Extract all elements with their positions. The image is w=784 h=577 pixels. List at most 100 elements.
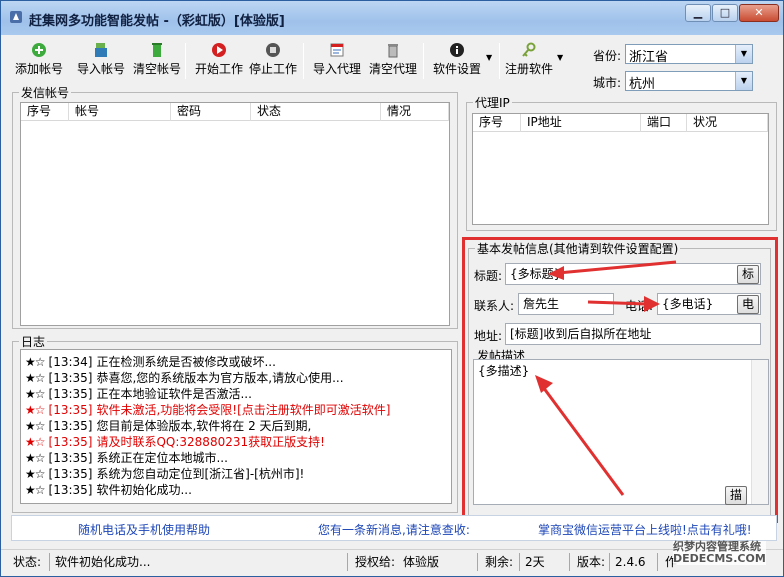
chevron-down-icon[interactable]: ▼ [735,45,752,63]
remain-label: 剩余: [485,555,514,569]
star-icon: ★☆ [25,451,45,465]
register-software-label: 注册软件 [504,62,553,76]
column-header[interactable]: 状况 [687,114,768,132]
log-time: [13:35] [48,483,93,497]
star-icon: ★☆ [25,387,45,401]
version-value: 2.4.6 [615,555,646,569]
log-time: [13:35] [48,467,93,481]
help-link[interactable]: 随机电话及手机使用帮助 [78,521,210,538]
watermark-line2: DEDECMS.COM [673,552,766,565]
log-text: 系统正在定位本地城市... [96,451,228,465]
status-divider [477,553,478,571]
column-header[interactable]: 情况 [381,103,449,121]
log-text: 请及时联系QQ:328880231获取正版支持! [96,435,325,449]
log-entry: ★☆ [13:35] 系统为您自动定位到[浙江省]-[杭州市]! [25,466,447,482]
status-text: 软件初始化成功... [55,555,151,569]
register-dropdown-arrow[interactable]: ▼ [557,53,563,62]
log-text: 软件初始化成功... [96,483,192,497]
star-icon: ★☆ [25,435,45,449]
log-group-title: 日志 [19,333,48,350]
province-value: 浙江省 [629,50,669,65]
proxy-icon [330,43,344,57]
log-entry: ★☆ [13:35] 您目前是体验版本,软件将在 2 天后到期, [25,418,447,434]
proxy-list[interactable]: 序号 IP地址 端口 状况 [472,113,769,225]
remain-value: 2天 [525,555,545,569]
stop-work-button[interactable]: 停止工作 [245,37,301,83]
log-text: 正在检测系统是否被修改或破坏... [96,355,276,369]
status-divider [569,553,570,571]
import-icon [95,43,107,57]
city-select[interactable]: 杭州 ▼ [625,71,753,92]
status-label: 状态: [13,555,42,569]
column-header[interactable]: IP地址 [521,114,641,132]
star-icon: ★☆ [25,467,45,481]
ad-link[interactable]: 掌商宝微信运营平台上线啦!点击有礼哦! [538,521,752,538]
log-time: [13:35] [48,403,93,417]
link-bar: 随机电话及手机使用帮助 您有一条新消息,请注意查收: 掌商宝微信运营平台上线啦!… [11,515,777,541]
register-software-button[interactable]: 注册软件 [501,37,557,83]
import-account-button[interactable]: 导入帐号 [73,37,129,83]
auth-label: 授权给: [355,555,396,569]
column-header[interactable]: 序号 [473,114,521,132]
clear-icon [152,43,162,57]
city-value: 杭州 [629,77,656,92]
log-time: [13:35] [48,419,93,433]
star-icon: ★☆ [25,371,45,385]
log-entry: ★☆ [13:35] 软件未激活,功能将会受限![点击注册软件即可激活软件] [25,402,447,418]
accounts-list[interactable]: 序号 帐号 密码 状态 情况 [20,102,450,326]
proxy-list-header: 序号 IP地址 端口 状况 [473,114,768,132]
import-proxy-label: 导入代理 [312,62,361,76]
import-proxy-button[interactable]: 导入代理 [309,37,365,83]
close-button[interactable]: ✕ [739,4,779,22]
main-window: 赶集网多功能智能发帖 -（彩虹版）[体验版] ▁ □ ✕ 添加帐号 导入帐号 清… [0,0,784,577]
column-header[interactable]: 密码 [171,103,251,121]
software-settings-button[interactable]: 软件设置 [429,37,485,83]
settings-dropdown-arrow[interactable]: ▼ [486,53,492,62]
log-time: [13:35] [48,387,93,401]
play-icon [212,43,226,57]
minimize-button[interactable]: ▁ [685,4,711,22]
start-work-button[interactable]: 开始工作 [191,37,247,83]
province-select[interactable]: 浙江省 ▼ [625,44,753,65]
column-header[interactable]: 状态 [251,103,381,121]
status-divider [657,553,658,571]
proxy-group-title: 代理IP [473,94,512,111]
auth-value: 体验版 [403,555,440,569]
status-divider [49,553,50,571]
highlight-frame [462,237,778,523]
star-icon: ★☆ [25,403,45,417]
clear-account-button[interactable]: 清空帐号 [129,37,185,83]
add-account-label: 添加帐号 [14,62,63,76]
stop-icon [266,43,280,57]
log-entry: ★☆ [13:35] 系统正在定位本地城市... [25,450,447,466]
log-text: 您目前是体验版本,软件将在 2 天后到期, [96,419,312,433]
clear-account-label: 清空帐号 [132,62,181,76]
toolbar: 添加帐号 导入帐号 清空帐号 开始工作 停止工作 导入代理 清空代理 软件设置 … [11,37,583,85]
import-account-label: 导入帐号 [76,62,125,76]
info-icon [450,43,464,57]
add-account-button[interactable]: 添加帐号 [11,37,67,83]
start-work-label: 开始工作 [194,62,243,76]
column-header[interactable]: 端口 [641,114,687,132]
city-label: 城市: [593,76,622,90]
title-bar: 赶集网多功能智能发帖 -（彩虹版）[体验版] ▁ □ ✕ [1,1,783,35]
status-bar: 状态: 软件初始化成功... 授权给: 体验版 剩余: 2天 版本: 2.4.6… [1,549,783,576]
maximize-button[interactable]: □ [712,4,738,22]
watermark: 织梦内容管理系统 DEDECMS.COM [673,541,766,565]
log-text: 软件未激活,功能将会受限![点击注册软件即可激活软件] [96,403,391,417]
column-header[interactable]: 序号 [21,103,69,121]
log-time: [13:34] [48,355,93,369]
news-link[interactable]: 您有一条新消息,请注意查收: [318,521,470,538]
accounts-list-header: 序号 帐号 密码 状态 情况 [21,103,449,121]
trash-icon [388,44,398,58]
status-divider [609,553,610,571]
province-label: 省份: [593,49,622,63]
chevron-down-icon[interactable]: ▼ [735,72,752,90]
app-icon [10,11,22,23]
clear-proxy-label: 清空代理 [368,62,417,76]
log-panel[interactable]: ★☆ [13:34] 正在检测系统是否被修改或破坏... ★☆ [13:35] 恭喜您,… [20,349,452,504]
software-settings-label: 软件设置 [432,62,481,76]
clear-proxy-button[interactable]: 清空代理 [365,37,421,83]
column-header[interactable]: 帐号 [69,103,171,121]
window-title: 赶集网多功能智能发帖 -（彩虹版）[体验版] [29,14,285,29]
